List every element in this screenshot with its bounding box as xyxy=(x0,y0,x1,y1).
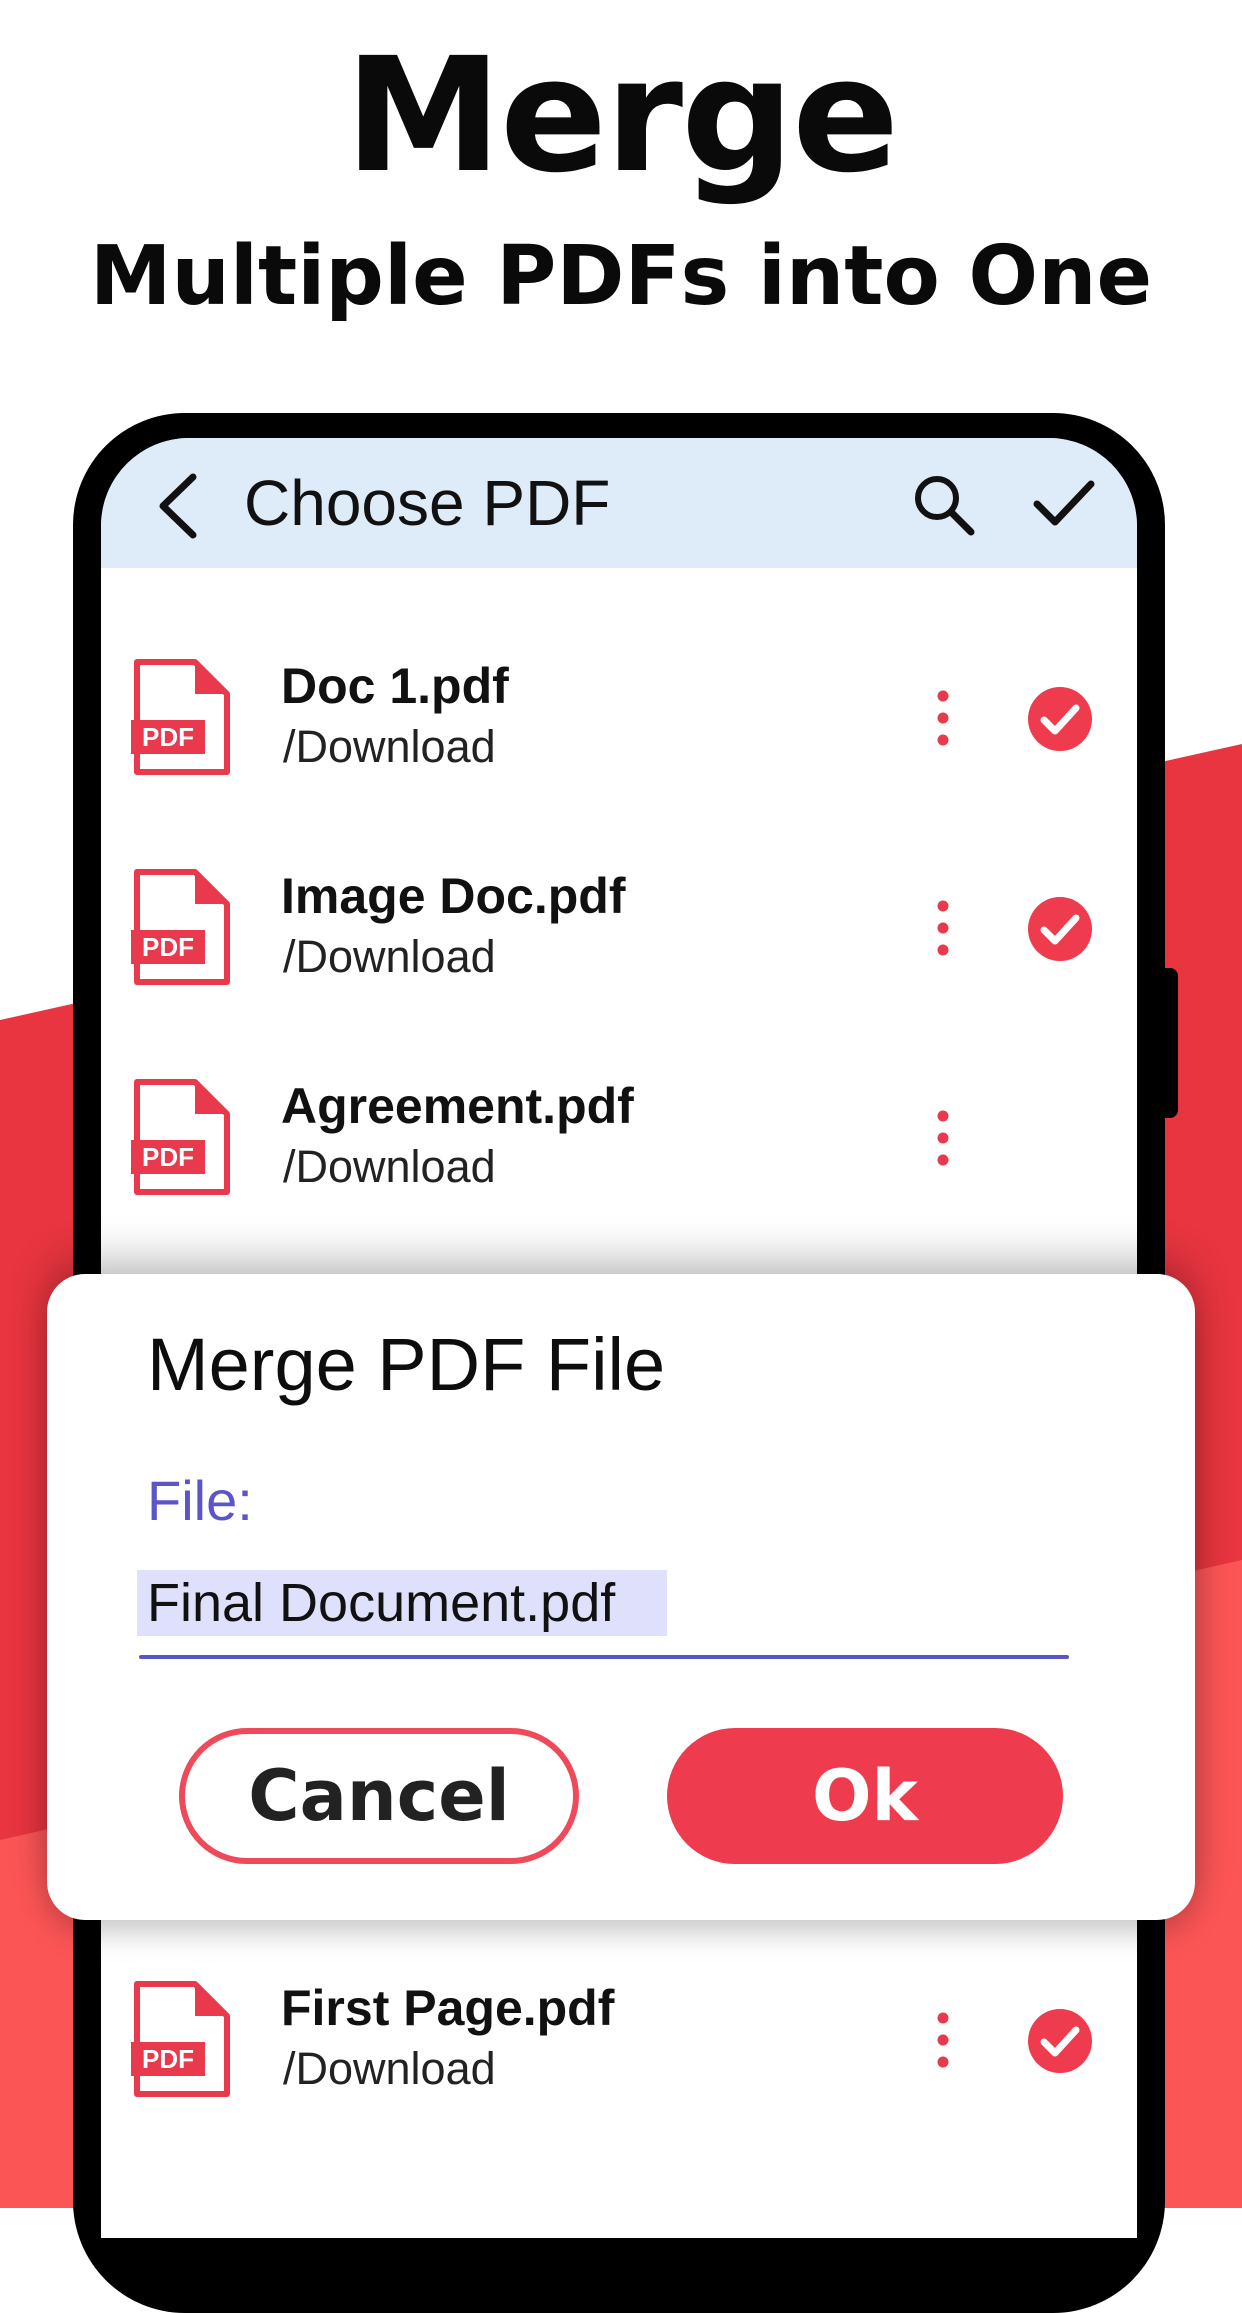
promo-subtitle: Multiple PDFs into One xyxy=(89,229,1153,324)
file-path: /Download xyxy=(283,721,496,772)
more-vertical-icon[interactable] xyxy=(933,688,953,748)
pdf-file-icon: PDF xyxy=(131,659,230,775)
file-row-first-page[interactable]: PDF First Page.pdf /Download xyxy=(101,1980,1137,2160)
app-bar: Choose PDF xyxy=(101,438,1137,568)
merge-dialog: Merge PDF File File: Cancel Ok xyxy=(47,1274,1195,1920)
promo-title: Merge xyxy=(344,24,900,208)
more-vertical-icon[interactable] xyxy=(933,898,953,958)
file-path: /Download xyxy=(283,2043,496,2094)
pdf-file-icon: PDF xyxy=(131,1981,230,2097)
input-underline xyxy=(139,1655,1069,1659)
file-field-label: File: xyxy=(147,1469,253,1532)
search-icon[interactable] xyxy=(911,472,977,538)
pdf-icon-label: PDF xyxy=(142,2044,194,2074)
file-name-input[interactable] xyxy=(137,1570,667,1636)
ok-button[interactable]: Ok xyxy=(667,1728,1063,1864)
file-name: Image Doc.pdf xyxy=(281,868,626,924)
selected-check-icon[interactable] xyxy=(1027,896,1093,962)
page-title: Choose PDF xyxy=(244,467,611,539)
more-vertical-icon[interactable] xyxy=(933,1108,953,1168)
back-arrow-icon[interactable] xyxy=(149,471,209,541)
phone-side-button xyxy=(1160,968,1178,1118)
file-row-image-doc[interactable]: PDF Image Doc.pdf /Download xyxy=(101,868,1137,1048)
cancel-button[interactable]: Cancel xyxy=(179,1728,579,1864)
dialog-title: Merge PDF File xyxy=(147,1323,666,1406)
pdf-file-icon: PDF xyxy=(131,869,230,985)
file-name: First Page.pdf xyxy=(281,1980,615,2036)
selected-check-icon[interactable] xyxy=(1027,686,1093,752)
file-path: /Download xyxy=(283,1141,496,1192)
pdf-icon-label: PDF xyxy=(142,932,194,962)
file-row-agreement[interactable]: PDF Agreement.pdf /Download xyxy=(101,1078,1137,1258)
pdf-file-icon: PDF xyxy=(131,1079,230,1195)
more-vertical-icon[interactable] xyxy=(933,2010,953,2070)
file-name: Agreement.pdf xyxy=(281,1078,634,1134)
file-row-doc1[interactable]: PDF Doc 1.pdf /Download xyxy=(101,658,1137,838)
selected-check-icon[interactable] xyxy=(1027,2008,1093,2074)
pdf-icon-label: PDF xyxy=(142,722,194,752)
check-icon[interactable] xyxy=(1031,476,1097,532)
file-name: Doc 1.pdf xyxy=(281,658,509,714)
file-path: /Download xyxy=(283,931,496,982)
pdf-icon-label: PDF xyxy=(142,1142,194,1172)
